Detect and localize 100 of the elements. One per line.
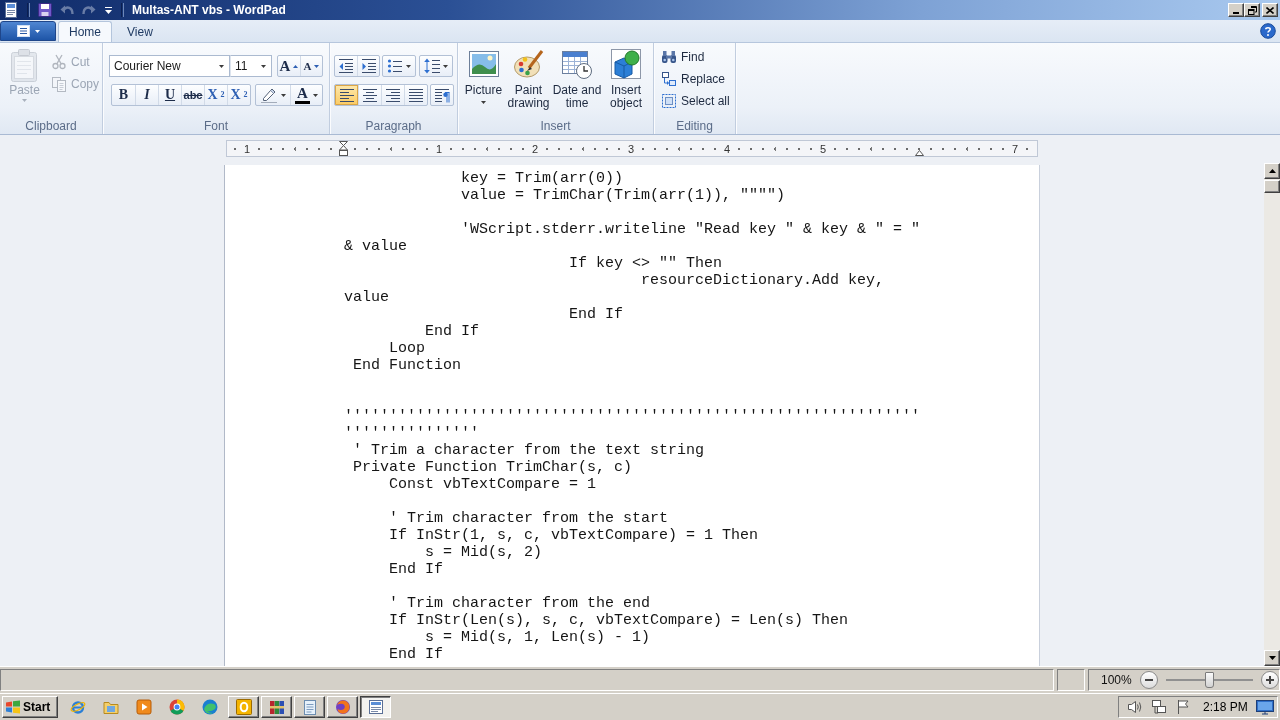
code-line: value xyxy=(344,289,389,306)
zoom-in-button[interactable] xyxy=(1260,671,1279,689)
code-line: ' Trim a character from the text string xyxy=(353,442,705,459)
code-line: value = TrimChar(Trim(arr(1)), """") xyxy=(461,187,786,204)
document-icon xyxy=(367,699,384,715)
code-line: Loop xyxy=(389,340,426,357)
paragraph-button[interactable] xyxy=(430,84,454,106)
books-icon xyxy=(268,699,285,715)
close-button[interactable] xyxy=(1262,3,1278,17)
strikethrough-button[interactable]: abc xyxy=(181,85,204,105)
minus-icon xyxy=(1144,679,1153,681)
restore-icon xyxy=(1247,5,1257,15)
outdent-icon xyxy=(338,58,354,74)
app-menu-button[interactable] xyxy=(0,21,56,41)
code-line: ''''''''''''''' xyxy=(344,425,480,442)
network-icon[interactable] xyxy=(1151,699,1167,715)
font-color-button[interactable]: A xyxy=(290,85,322,105)
restore-button[interactable] xyxy=(1244,3,1260,17)
ruler-number: 5 xyxy=(817,142,829,155)
code-line: ' Trim character from the start xyxy=(389,510,669,527)
indent-marker-icon[interactable] xyxy=(914,150,924,156)
palette-icon xyxy=(512,48,545,80)
font-size-combobox[interactable]: 11 xyxy=(230,55,272,77)
shrink-font-button[interactable]: A xyxy=(300,56,322,76)
customize-caret-icon[interactable] xyxy=(104,5,113,15)
bold-button[interactable]: B xyxy=(112,85,135,105)
bullets-button[interactable] xyxy=(382,55,416,77)
select-all-button[interactable]: Select all xyxy=(658,90,733,112)
ruler-number: 3 xyxy=(625,142,637,155)
slider-thumb[interactable] xyxy=(1204,672,1214,688)
ruler-number: 4 xyxy=(721,142,733,155)
document-icon[interactable] xyxy=(3,2,19,18)
align-left-button[interactable] xyxy=(335,85,358,105)
code-line: If InStr(1, s, c, vbTextCompare) = 1 Then xyxy=(389,527,759,544)
orbit-logo-icon[interactable] xyxy=(70,699,86,715)
ribbon-tab[interactable]: Home xyxy=(58,21,112,42)
insert-object-button[interactable]: Insert object xyxy=(603,46,649,117)
ring-tile-icon xyxy=(235,699,252,715)
align-center-icon xyxy=(362,87,378,103)
help-icon[interactable] xyxy=(1260,23,1276,39)
speaker-icon[interactable] xyxy=(1127,699,1143,715)
code-line: s = Mid(s, 2) xyxy=(425,544,543,561)
picture-icon xyxy=(467,48,500,80)
code-line: resourceDictionary.Add key, xyxy=(641,272,885,289)
binoculars-icon xyxy=(661,49,677,65)
code-line: ' Trim character from the end xyxy=(389,595,651,612)
font-family-combobox[interactable]: Courier New xyxy=(109,55,230,77)
group-label: Font xyxy=(204,118,228,133)
grow-font-button[interactable]: A xyxy=(278,56,300,76)
down-arrow-icon xyxy=(1268,656,1276,660)
select-all-icon xyxy=(661,93,677,109)
group-label: Clipboard xyxy=(25,118,77,133)
caret-icon xyxy=(34,29,40,33)
monitor-icon[interactable] xyxy=(1255,699,1274,715)
scroll-down-button[interactable] xyxy=(1264,650,1280,666)
find-button[interactable]: Find xyxy=(658,46,708,68)
caret-icon xyxy=(219,64,224,68)
segmented-circle-icon[interactable] xyxy=(169,699,185,715)
windows-flag-icon xyxy=(5,700,21,714)
scroll-thumb[interactable] xyxy=(1264,180,1280,193)
group-label: Paragraph xyxy=(365,118,422,133)
code-line: End If xyxy=(569,306,624,323)
increase-indent-button[interactable] xyxy=(357,56,379,76)
start-button[interactable]: Start xyxy=(2,696,58,718)
align-right-icon xyxy=(385,87,401,103)
scissors-icon xyxy=(51,54,67,70)
vertical-scrollbar[interactable] xyxy=(1264,163,1280,666)
taskbar-window-button[interactable] xyxy=(360,696,391,718)
flag-icon[interactable] xyxy=(1175,699,1191,715)
caret-icon xyxy=(281,93,286,97)
superscript-button[interactable]: X$^{2}$ xyxy=(227,85,250,105)
window-title: Multas-ANT vbs - WordPad xyxy=(132,3,286,17)
swirl-circle-icon[interactable] xyxy=(202,699,218,715)
replace-button[interactable]: Replace xyxy=(658,68,729,90)
bullet-list-icon xyxy=(387,58,403,74)
scroll-up-button[interactable] xyxy=(1264,163,1280,179)
ribbon-tab[interactable]: View xyxy=(116,21,164,42)
group-label: Insert xyxy=(540,118,571,133)
group-label: Editing xyxy=(676,118,713,133)
caret-icon xyxy=(261,64,266,68)
play-icon[interactable] xyxy=(136,699,152,715)
indent-marker-icon[interactable] xyxy=(338,141,348,156)
clock[interactable]: 2:18 PM xyxy=(1203,700,1248,714)
code-line: End If xyxy=(389,561,444,578)
date-time-button[interactable]: Date and time xyxy=(552,46,602,117)
clipboard-icon xyxy=(9,48,40,82)
minimize-button[interactable] xyxy=(1228,3,1244,17)
code-line: End If xyxy=(425,323,480,340)
italic-button[interactable]: I xyxy=(135,85,158,105)
status-pane xyxy=(1057,669,1085,691)
picture-button[interactable]: Picture xyxy=(462,46,505,117)
document-editor[interactable] xyxy=(224,165,1040,666)
line-spacing-button[interactable] xyxy=(419,55,453,77)
underline-button[interactable]: U xyxy=(158,85,181,105)
paint-drawing-button[interactable]: Paint drawing xyxy=(506,46,551,117)
calendar-clock-icon xyxy=(561,48,593,80)
zoom-out-button[interactable] xyxy=(1139,671,1158,689)
caret-icon xyxy=(406,64,411,68)
code-line: key = Trim(arr(0)) xyxy=(461,170,624,187)
code-line: s = Mid(s, 1, Len(s) - 1) xyxy=(425,629,651,646)
